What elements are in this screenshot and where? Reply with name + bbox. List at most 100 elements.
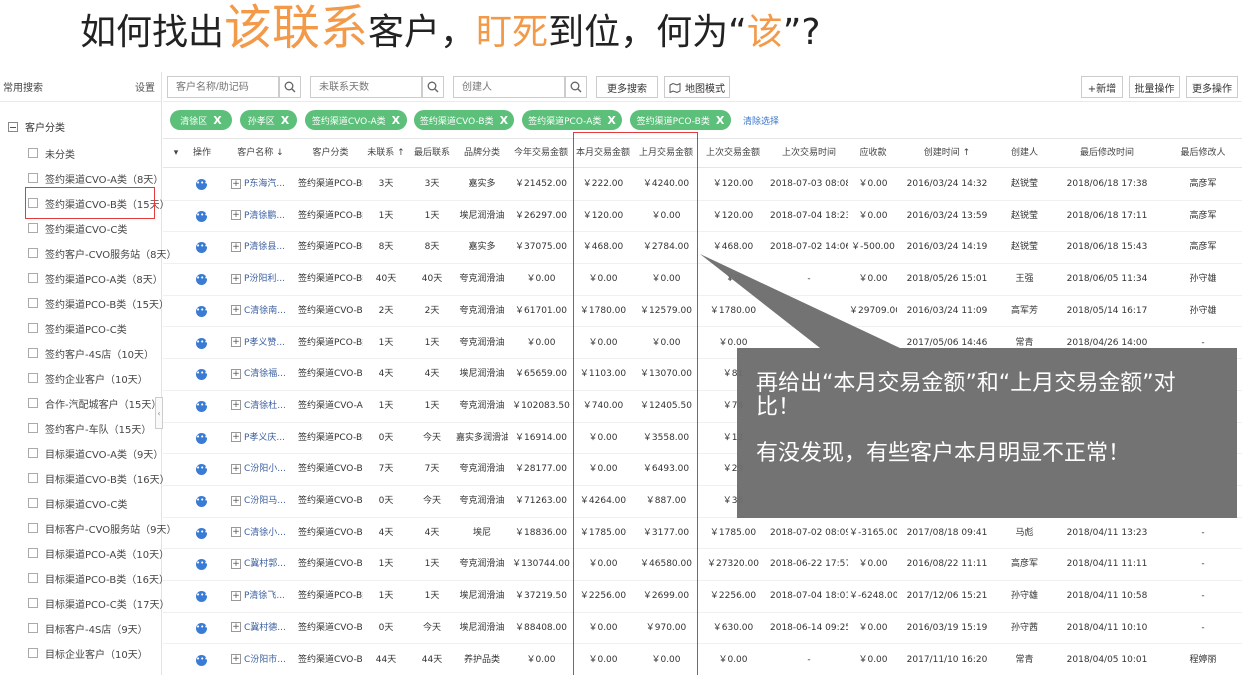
expand-icon[interactable]: + — [231, 622, 241, 633]
more-actions-icon[interactable]: ••• — [196, 242, 208, 254]
table-row[interactable]: •••+C清徐南...签约渠道CVO-B类2天2天夸克润滑油￥61701.00￥… — [163, 296, 1242, 328]
column-header[interactable]: 上次交易时间 — [770, 139, 848, 167]
checkbox-icon[interactable] — [28, 548, 38, 558]
checkbox-icon[interactable] — [28, 623, 38, 633]
column-header[interactable]: 创建时间 ↑ — [898, 139, 996, 167]
more-operations-button[interactable]: 更多操作 — [1186, 76, 1238, 98]
table-row[interactable]: •••+P东海汽...签约渠道PCO-B类3天3天嘉实多￥21452.00￥22… — [163, 169, 1242, 201]
customer-name[interactable]: C冀村德... — [244, 623, 286, 633]
checkbox-icon[interactable] — [28, 373, 38, 383]
more-actions-icon[interactable]: ••• — [196, 464, 208, 476]
expand-icon[interactable]: + — [231, 654, 241, 664]
checkbox-icon[interactable] — [28, 448, 38, 458]
checkbox-icon[interactable] — [28, 148, 38, 158]
table-cell[interactable]: + P汾阳利... — [231, 264, 306, 295]
search-icon[interactable] — [565, 76, 587, 98]
filter-chip[interactable]: 签约渠道PCO-A类 X — [522, 110, 622, 130]
category-item[interactable]: 签约企业客户（10天） — [28, 368, 148, 388]
search-icon[interactable] — [279, 76, 301, 98]
column-header[interactable]: 上次交易金额 — [698, 139, 768, 167]
checkbox-icon[interactable] — [28, 273, 38, 283]
category-item[interactable]: 目标渠道PCO-C类（17天） — [28, 593, 169, 613]
add-button[interactable]: +新增 — [1081, 76, 1123, 98]
expand-icon[interactable]: + — [231, 210, 241, 221]
expand-icon[interactable]: + — [231, 432, 241, 443]
table-cell[interactable]: + C冀村德... — [231, 613, 306, 644]
batch-operations-button[interactable]: 批量操作 — [1129, 76, 1180, 98]
checkbox-icon[interactable] — [28, 648, 38, 658]
table-cell[interactable]: + C清徐福... — [231, 359, 306, 390]
column-header[interactable]: 未联系 ↑ — [366, 139, 406, 167]
more-actions-icon[interactable]: ••• — [196, 400, 208, 412]
dropdown-icon[interactable]: ▾ — [167, 139, 185, 167]
expand-icon[interactable]: + — [231, 527, 241, 538]
category-item[interactable]: 签约客户-车队（15天） — [28, 418, 151, 438]
category-item[interactable]: 签约渠道PCO-A类（8天） — [28, 268, 163, 288]
table-cell[interactable]: + P清徐鹏... — [231, 201, 306, 232]
more-actions-icon[interactable]: ••• — [196, 369, 208, 381]
category-item[interactable]: 签约渠道PCO-B类（15天） — [28, 293, 169, 313]
column-header[interactable]: 操作 — [188, 139, 216, 167]
customer-name[interactable]: C清徐小... — [244, 528, 286, 538]
expand-icon[interactable]: + — [231, 273, 241, 284]
checkbox-icon[interactable] — [28, 248, 38, 258]
customer-name[interactable]: C汾阳市... — [244, 655, 286, 665]
category-item[interactable]: 目标渠道PCO-B类（16天） — [28, 568, 169, 588]
column-header[interactable]: 最后修改人 — [1164, 139, 1242, 167]
checkbox-icon[interactable] — [28, 423, 38, 433]
column-header[interactable]: 最后修改时间 — [1053, 139, 1161, 167]
expand-icon[interactable]: + — [231, 337, 241, 347]
category-item[interactable]: 目标客户-CVO服务站（9天） — [28, 518, 177, 538]
filter-chip[interactable]: 清徐区 X — [170, 110, 232, 130]
more-actions-icon[interactable]: ••• — [196, 622, 208, 634]
category-item[interactable]: 目标渠道PCO-A类（10天） — [28, 543, 169, 563]
table-cell[interactable]: + C冀村郭... — [231, 549, 306, 580]
close-icon[interactable]: X — [281, 114, 289, 127]
table-row[interactable]: •••+C冀村郭...签约渠道CVO-B类1天1天夸克润滑油￥130744.00… — [163, 549, 1242, 582]
more-actions-icon[interactable]: ••• — [196, 305, 208, 317]
category-item[interactable]: 签约客户-4S店（10天） — [28, 343, 154, 363]
search-icon[interactable] — [422, 76, 444, 98]
customer-name[interactable]: P孝义庆... — [244, 433, 285, 443]
expand-icon[interactable]: + — [231, 463, 241, 474]
filter-chip[interactable]: 签约渠道PCO-B类 X — [630, 110, 731, 130]
customer-name[interactable]: P东海汽... — [244, 179, 285, 189]
close-icon[interactable]: X — [213, 114, 221, 127]
column-header[interactable]: 应收款 — [849, 139, 897, 167]
category-item[interactable]: 签约渠道CVO-C类 — [28, 218, 127, 238]
checkbox-icon[interactable] — [28, 498, 38, 508]
uncontacted-days-search-input[interactable] — [310, 76, 422, 98]
customer-name[interactable]: P清徐县... — [244, 242, 285, 252]
more-actions-icon[interactable]: ••• — [196, 591, 208, 603]
category-item[interactable]: 目标渠道CVO-C类 — [28, 493, 127, 513]
expand-icon[interactable]: + — [231, 241, 241, 252]
checkbox-icon[interactable] — [28, 573, 38, 583]
clear-selection-link[interactable]: 清除选择 — [743, 114, 779, 127]
more-actions-icon[interactable]: ••• — [196, 496, 208, 507]
column-header[interactable]: 客户分类 — [298, 139, 363, 167]
customer-name[interactable]: P清徐飞... — [244, 591, 285, 601]
more-actions-icon[interactable]: ••• — [196, 559, 208, 571]
checkbox-icon[interactable] — [28, 473, 38, 483]
more-actions-icon[interactable]: ••• — [196, 210, 208, 222]
table-cell[interactable]: + P清徐飞... — [231, 581, 306, 612]
column-header[interactable]: 最后联系 — [411, 139, 453, 167]
category-item[interactable]: 目标企业客户（10天） — [28, 643, 148, 663]
checkbox-icon[interactable] — [28, 348, 38, 358]
table-row[interactable]: •••+C清徐小...签约渠道CVO-B类4天4天埃尼￥18836.00￥178… — [163, 518, 1242, 550]
customer-name[interactable]: P孝义赞... — [244, 338, 285, 348]
table-cell[interactable]: + P孝义庆... — [231, 423, 306, 454]
settings-link[interactable]: 设置 — [135, 79, 155, 94]
column-header[interactable]: 创建人 — [996, 139, 1053, 167]
category-item[interactable]: 合作-汽配城客户（15天） — [28, 393, 161, 413]
sidebar-collapse-handle[interactable]: ‹ — [155, 397, 163, 429]
expand-icon[interactable]: + — [231, 305, 241, 316]
expand-icon[interactable]: + — [231, 368, 241, 379]
expand-icon[interactable]: + — [231, 590, 241, 601]
table-row[interactable]: •••+P孝义赞...签约渠道PCO-B类1天1天夸克润滑油￥0.00￥0.00… — [163, 328, 1242, 360]
more-search-button[interactable]: 更多搜索 — [596, 76, 658, 98]
more-actions-icon[interactable]: ••• — [196, 179, 208, 190]
filter-chip[interactable]: 孙孝区 X — [240, 110, 297, 130]
expand-icon[interactable]: + — [231, 495, 241, 506]
close-icon[interactable]: X — [607, 114, 615, 127]
